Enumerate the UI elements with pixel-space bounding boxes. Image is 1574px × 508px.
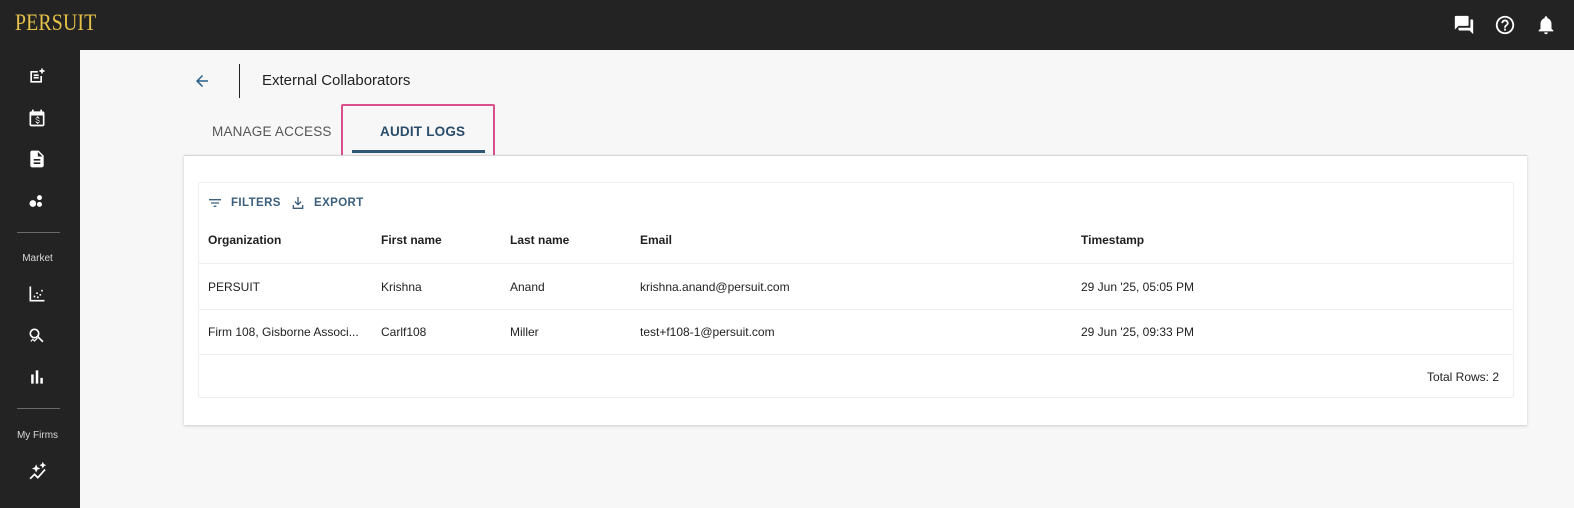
highlight-annotation	[341, 104, 495, 162]
download-icon	[292, 197, 304, 209]
sparkle-trend-icon[interactable]	[26, 460, 48, 482]
filters-button[interactable]: FILTERS	[207, 195, 281, 211]
row-divider	[199, 263, 1513, 264]
column-header-first-name[interactable]: First name	[381, 233, 442, 247]
arrow-left-icon	[196, 75, 208, 87]
new-request-icon[interactable]	[26, 65, 48, 87]
row-divider	[199, 309, 1513, 310]
help-icon[interactable]	[1492, 12, 1518, 38]
export-label: EXPORT	[314, 197, 364, 209]
audit-logs-table: FILTERS EXPORT Organization First name L…	[198, 182, 1514, 398]
bar-chart-icon[interactable]	[26, 366, 48, 388]
sidebar-divider	[17, 232, 60, 233]
chat-icon[interactable]	[1451, 12, 1477, 38]
cell-last-name: Anand	[510, 280, 545, 294]
cell-last-name: Miller	[510, 325, 539, 339]
cell-first-name: Carlf108	[381, 325, 427, 339]
cell-timestamp: 29 Jun '25, 09:33 PM	[1081, 325, 1195, 339]
filters-label: FILTERS	[231, 197, 281, 209]
column-header-organization[interactable]: Organization	[208, 233, 281, 247]
sidebar-section-my-firms: My Firms	[16, 430, 59, 441]
circles-icon[interactable]	[26, 190, 48, 212]
cell-first-name: Krishna	[381, 280, 422, 294]
column-header-email[interactable]: Email	[640, 233, 672, 247]
back-button[interactable]	[191, 70, 213, 92]
sidebar-divider	[17, 408, 60, 409]
tab-manage-access[interactable]: MANAGE ACCESS	[212, 124, 332, 139]
column-header-last-name[interactable]: Last name	[510, 233, 569, 247]
filter-lines-icon	[209, 199, 221, 207]
cell-email: test+f108-1@persuit.com	[640, 325, 775, 339]
cell-email: krishna.anand@persuit.com	[640, 280, 790, 294]
persuit-logo[interactable]: PERSUIT	[15, 10, 96, 36]
cell-organization: PERSUIT	[208, 280, 261, 294]
cell-organization: Firm 108, Gisborne Associ...	[208, 325, 359, 339]
page-title: External Collaborators	[262, 72, 411, 89]
scatter-chart-icon[interactable]	[26, 283, 48, 305]
search-analytics-icon[interactable]	[26, 325, 48, 347]
calendar-dollar-icon[interactable]	[26, 107, 48, 129]
audit-logs-card: FILTERS EXPORT Organization First name L…	[184, 155, 1527, 425]
total-rows-count: Total Rows: 2	[1426, 370, 1499, 384]
document-icon[interactable]	[26, 148, 48, 170]
sidebar-section-market: Market	[22, 253, 53, 264]
bell-icon[interactable]	[1533, 12, 1559, 38]
row-divider	[199, 354, 1513, 355]
cell-timestamp: 29 Jun '25, 05:05 PM	[1081, 280, 1195, 294]
top-bar: PERSUIT	[0, 0, 1574, 50]
sidebar: Market My Firms	[0, 50, 80, 508]
header-divider	[239, 64, 240, 98]
export-button[interactable]: EXPORT	[290, 195, 364, 211]
column-header-timestamp[interactable]: Timestamp	[1081, 233, 1144, 247]
